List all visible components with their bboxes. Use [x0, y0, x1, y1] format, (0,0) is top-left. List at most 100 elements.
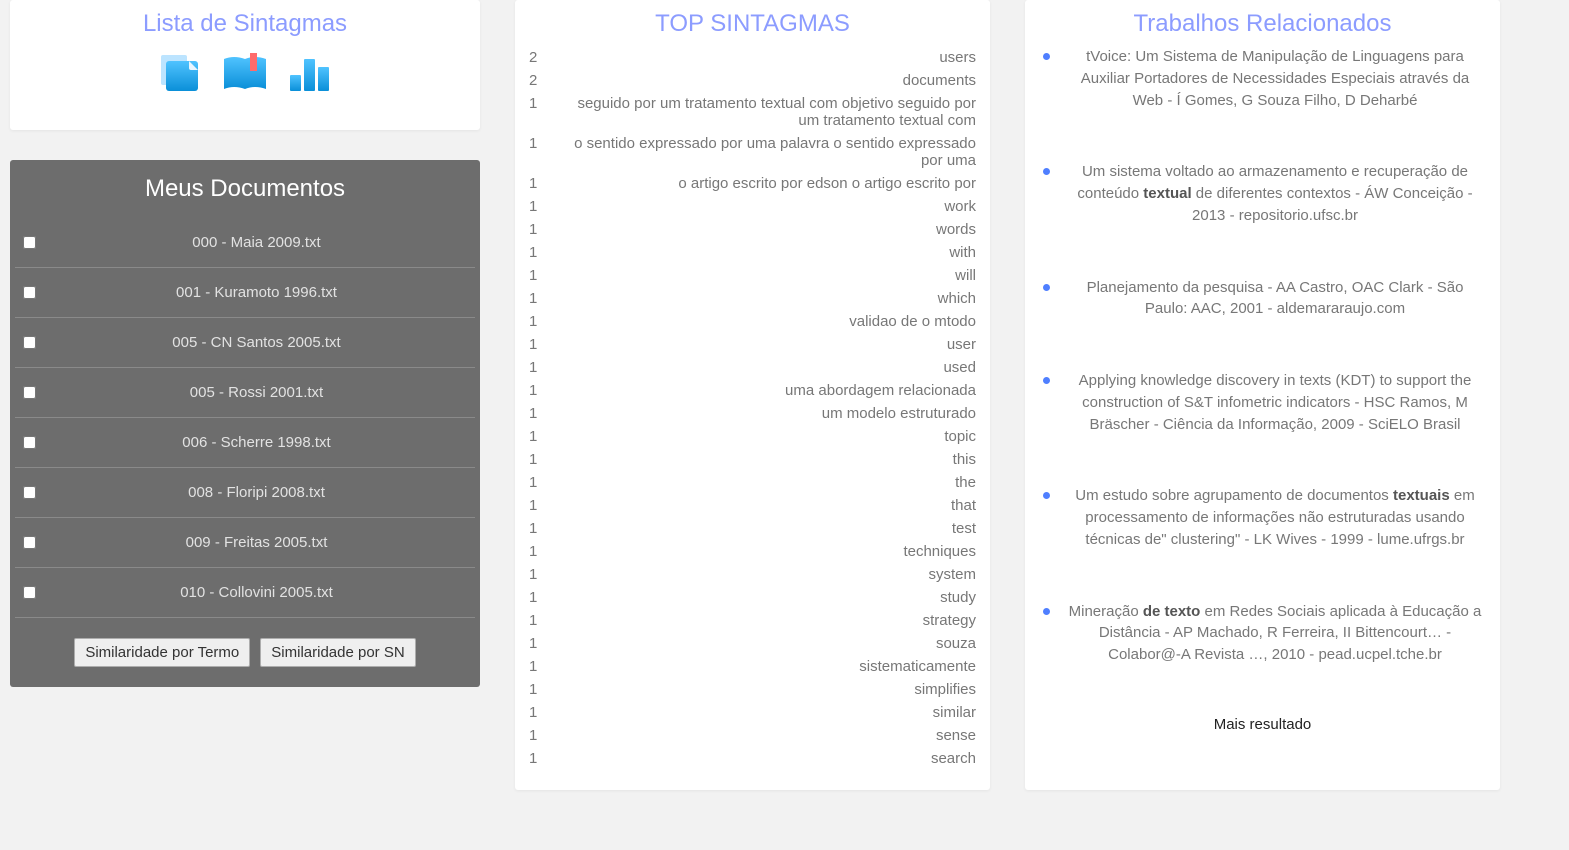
sintagma-row: 1souza — [527, 632, 978, 655]
more-results-link[interactable]: Mais resultado — [1037, 716, 1488, 733]
sintagma-row: 1seguido por um tratamento textual com o… — [527, 92, 978, 132]
sintagma-row: 1will — [527, 264, 978, 287]
sintagma-count: 1 — [529, 313, 559, 330]
bullet-icon — [1043, 53, 1050, 60]
related-work-item[interactable]: Planejamento da pesquisa - AA Castro, OA… — [1043, 277, 1482, 321]
sintagma-term: sistematicamente — [559, 658, 976, 675]
document-row[interactable]: 001 - Kuramoto 1996.txt — [15, 268, 475, 318]
sintagma-term: test — [559, 520, 976, 537]
related-work-item[interactable]: tVoice: Um Sistema de Manipulação de Lin… — [1043, 46, 1482, 111]
similarity-term-button[interactable]: Similaridade por Termo — [74, 638, 250, 667]
document-label: 001 - Kuramoto 1996.txt — [46, 284, 467, 301]
sintagma-term: uma abordagem relacionada — [559, 382, 976, 399]
sintagmas-table: 2users2documents1seguido por um tratamen… — [527, 46, 978, 770]
sintagma-term: o artigo escrito por edson o artigo escr… — [559, 175, 976, 192]
related-work-item[interactable]: Um estudo sobre agrupamento de documento… — [1043, 485, 1482, 550]
sintagma-count: 1 — [529, 681, 559, 698]
sintagma-row: 1system — [527, 563, 978, 586]
document-label: 000 - Maia 2009.txt — [46, 234, 467, 251]
document-checkbox[interactable] — [23, 286, 36, 299]
bullet-icon — [1043, 168, 1050, 175]
related-work-text: Um sistema voltado ao armazenamento e re… — [1068, 161, 1482, 226]
documents-list[interactable]: 000 - Maia 2009.txt 001 - Kuramoto 1996.t… — [15, 218, 475, 618]
sintagma-count: 1 — [529, 290, 559, 307]
sintagma-term: documents — [559, 72, 976, 89]
related-work-text: Planejamento da pesquisa - AA Castro, OA… — [1068, 277, 1482, 321]
sintagma-count: 1 — [529, 566, 559, 583]
sintagma-row: 1topic — [527, 425, 978, 448]
sintagma-row: 1simplifies — [527, 678, 978, 701]
sintagma-count: 1 — [529, 612, 559, 629]
sintagma-term: strategy — [559, 612, 976, 629]
bullet-icon — [1043, 492, 1050, 499]
sintagma-row: 1which — [527, 287, 978, 310]
sintagma-row: 1o artigo escrito por edson o artigo esc… — [527, 172, 978, 195]
document-row[interactable]: 005 - CN Santos 2005.txt — [15, 318, 475, 368]
document-checkbox[interactable] — [23, 386, 36, 399]
sintagma-count: 1 — [529, 589, 559, 606]
chart-icon[interactable] — [285, 51, 335, 100]
sintagma-term: this — [559, 451, 976, 468]
sintagma-count: 1 — [529, 520, 559, 537]
sintagma-row: 1uma abordagem relacionada — [527, 379, 978, 402]
sintagma-row: 1study — [527, 586, 978, 609]
document-row[interactable]: 008 - Floripi 2008.txt — [15, 468, 475, 518]
sintagma-count: 1 — [529, 382, 559, 399]
bullet-icon — [1043, 284, 1050, 291]
document-label: 005 - Rossi 2001.txt — [46, 384, 467, 401]
document-row[interactable]: 010 - Collovini 2005.txt — [15, 568, 475, 618]
related-work-text: Um estudo sobre agrupamento de documento… — [1068, 485, 1482, 550]
document-checkbox[interactable] — [23, 486, 36, 499]
document-checkbox[interactable] — [23, 436, 36, 449]
document-checkbox[interactable] — [23, 536, 36, 549]
related-works-panel: Trabalhos Relacionados tVoice: Um Sistem… — [1025, 0, 1500, 790]
document-checkbox[interactable] — [23, 586, 36, 599]
sintagma-count: 1 — [529, 704, 559, 721]
sintagma-row: 1words — [527, 218, 978, 241]
sintagma-row: 2users — [527, 46, 978, 69]
sintagma-count: 1 — [529, 635, 559, 652]
sintagma-count: 1 — [529, 474, 559, 491]
sintagma-term: similar — [559, 704, 976, 721]
documents-title: Meus Documentos — [15, 175, 475, 203]
sintagma-term: words — [559, 221, 976, 238]
sintagma-count: 1 — [529, 359, 559, 376]
sintagma-count: 1 — [529, 221, 559, 238]
sintagmas-icons — [22, 46, 468, 120]
sintagma-term: study — [559, 589, 976, 606]
sintagma-count: 1 — [529, 95, 559, 129]
document-label: 006 - Scherre 1998.txt — [46, 434, 467, 451]
sintagma-row: 1work — [527, 195, 978, 218]
book-icon[interactable] — [220, 51, 270, 100]
sintagma-count: 2 — [529, 49, 559, 66]
sintagma-term: seguido por um tratamento textual com ob… — [559, 95, 976, 129]
sintagma-term: validao de o mtodo — [559, 313, 976, 330]
sintagma-count: 1 — [529, 750, 559, 767]
sintagma-count: 1 — [529, 135, 559, 169]
sintagma-row: 1sense — [527, 724, 978, 747]
sintagma-term: techniques — [559, 543, 976, 560]
sintagma-count: 2 — [529, 72, 559, 89]
document-checkbox[interactable] — [23, 336, 36, 349]
document-row[interactable]: 000 - Maia 2009.txt — [15, 218, 475, 268]
related-work-item[interactable]: Applying knowledge discovery in texts (K… — [1043, 370, 1482, 435]
related-works-list: tVoice: Um Sistema de Manipulação de Lin… — [1037, 46, 1488, 666]
document-row[interactable]: 009 - Freitas 2005.txt — [15, 518, 475, 568]
sintagma-count: 1 — [529, 336, 559, 353]
sintagma-row: 2documents — [527, 69, 978, 92]
document-checkbox[interactable] — [23, 236, 36, 249]
related-work-item[interactable]: Um sistema voltado ao armazenamento e re… — [1043, 161, 1482, 226]
sintagma-row: 1techniques — [527, 540, 978, 563]
sintagma-row: 1o sentido expressado por uma palavra o … — [527, 132, 978, 172]
related-work-item[interactable]: Mineração de texto em Redes Sociais apli… — [1043, 601, 1482, 666]
document-label: 010 - Collovini 2005.txt — [46, 584, 467, 601]
sintagma-count: 1 — [529, 405, 559, 422]
document-row[interactable]: 006 - Scherre 1998.txt — [15, 418, 475, 468]
sintagma-term: topic — [559, 428, 976, 445]
files-icon[interactable] — [155, 51, 205, 100]
sintagma-count: 1 — [529, 727, 559, 744]
sintagma-count: 1 — [529, 658, 559, 675]
bullet-icon — [1043, 377, 1050, 384]
similarity-sn-button[interactable]: Similaridade por SN — [260, 638, 415, 667]
document-row[interactable]: 005 - Rossi 2001.txt — [15, 368, 475, 418]
